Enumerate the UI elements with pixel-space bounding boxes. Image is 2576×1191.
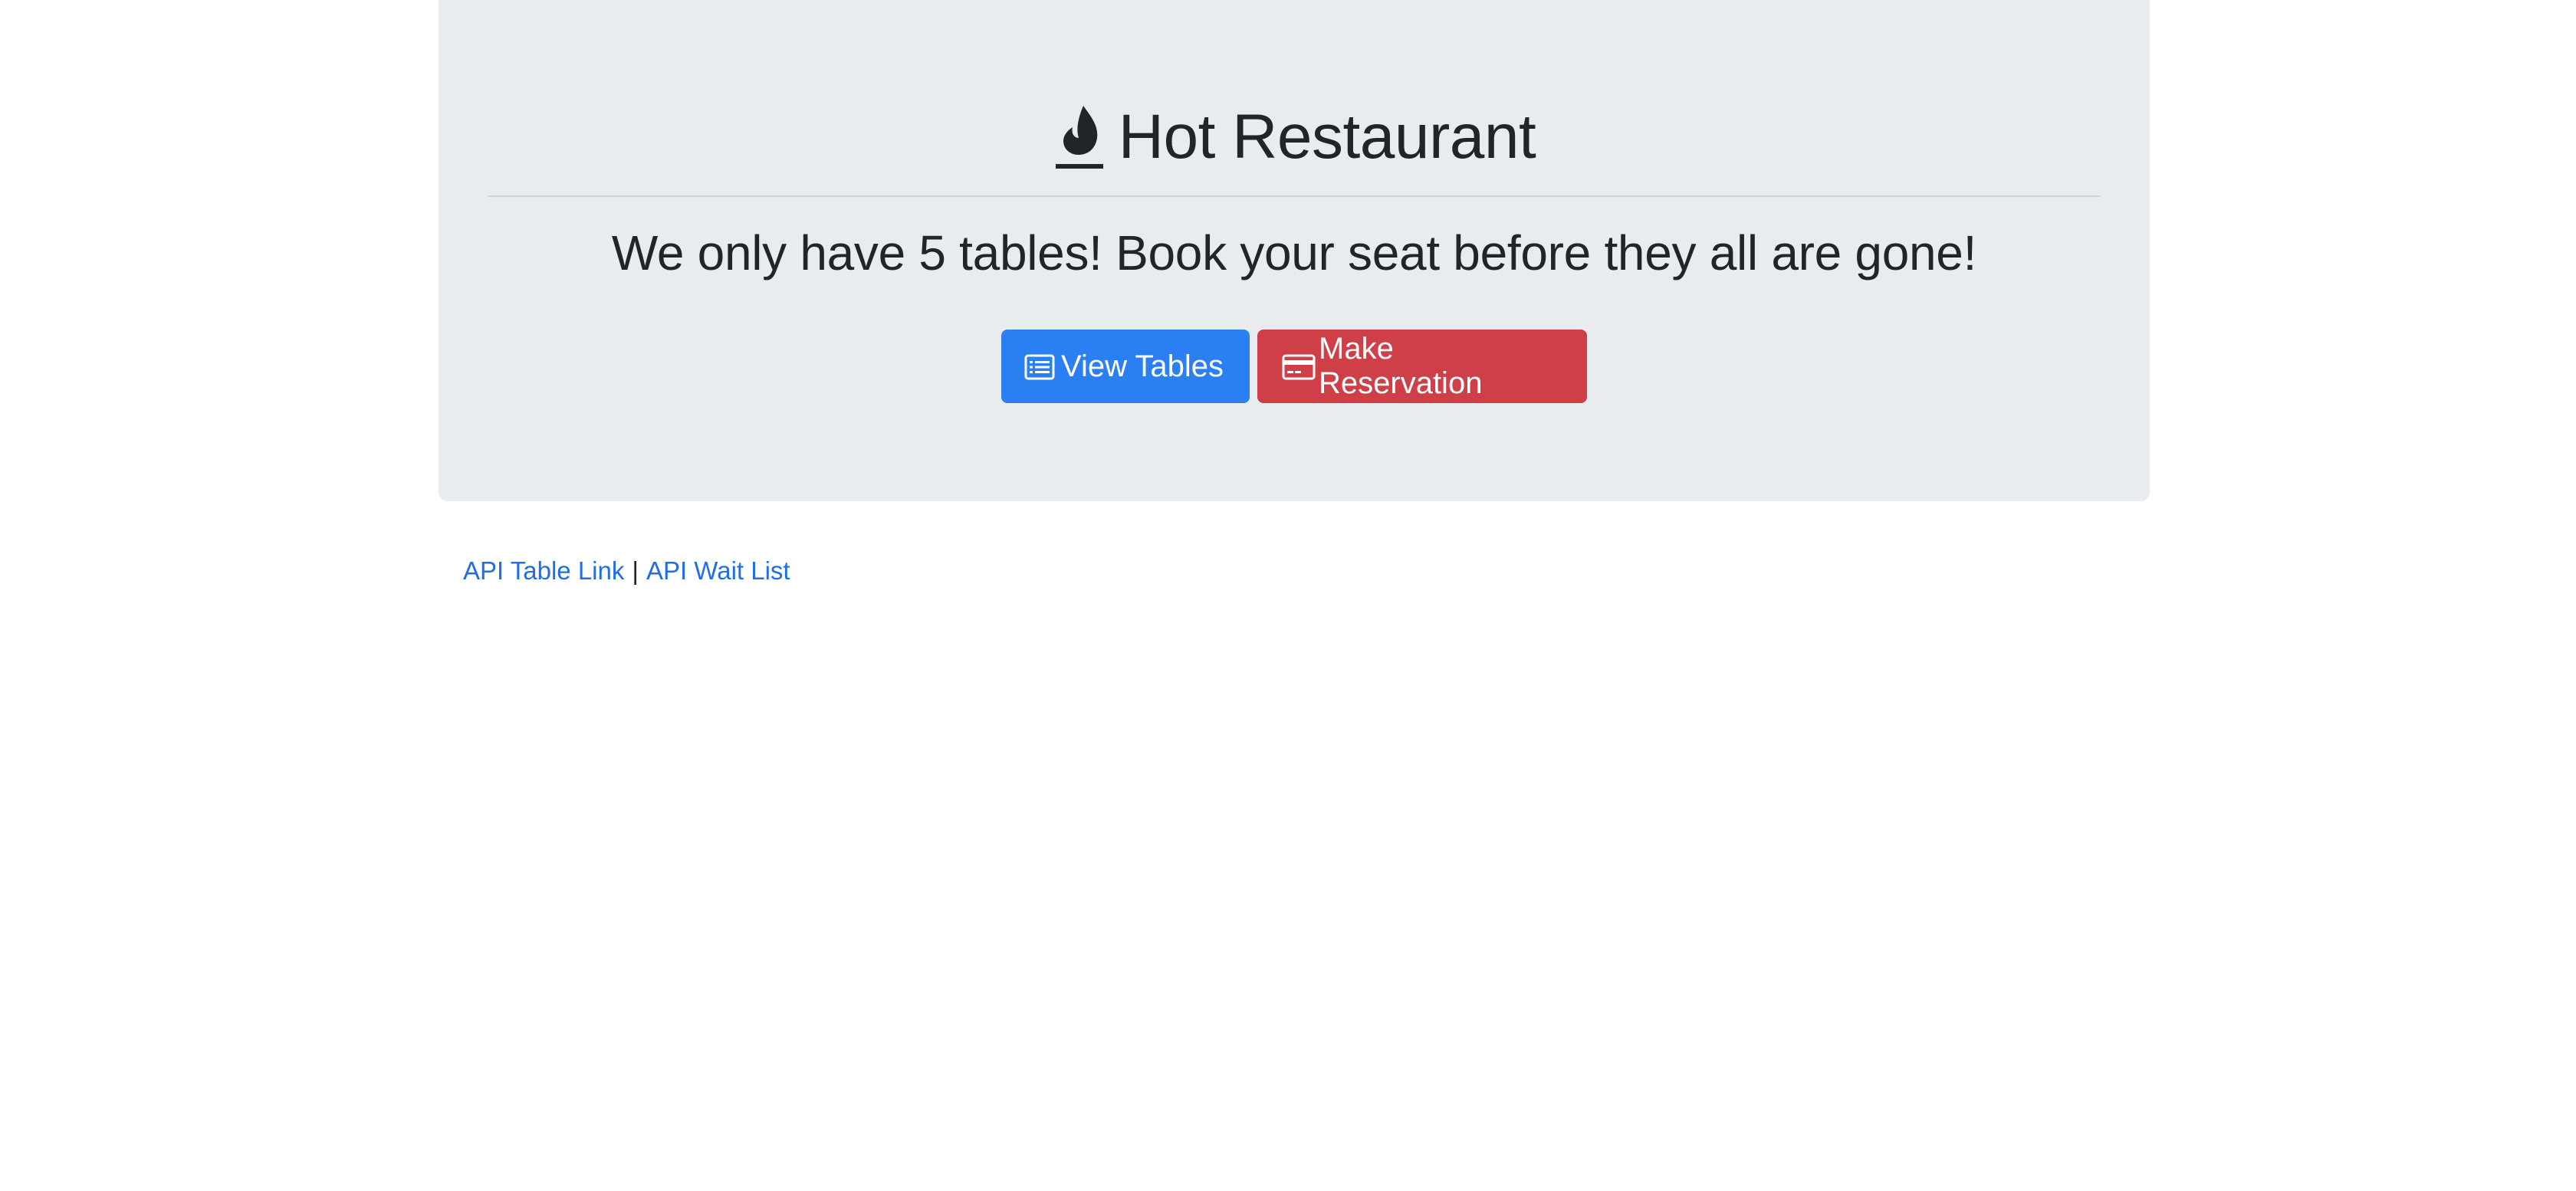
list-alt-icon — [1024, 353, 1055, 380]
view-tables-label: View Tables — [1061, 349, 1224, 383]
credit-card-icon — [1282, 353, 1316, 380]
link-separator: | — [632, 556, 639, 585]
api-waitlist-link[interactable]: API Wait List — [646, 556, 790, 585]
page-subtitle: We only have 5 tables! Book your seat be… — [611, 225, 1977, 281]
divider — [488, 195, 2101, 197]
jumbotron: Hot Restaurant We only have 5 tables! Bo… — [439, 0, 2150, 501]
fire-icon — [1053, 103, 1106, 172]
title-row: Hot Restaurant — [439, 95, 2150, 179]
page-title: Hot Restaurant — [1118, 102, 1536, 172]
make-reservation-label: Make Reservation — [1319, 332, 1483, 400]
main-container: Hot Restaurant We only have 5 tables! Bo… — [439, 0, 2150, 501]
make-reservation-button[interactable]: Make Reservation — [1257, 330, 1587, 403]
view-tables-button[interactable]: View Tables — [1001, 330, 1250, 403]
footer-links: API Table Link | API Wait List — [463, 552, 790, 590]
api-table-link[interactable]: API Table Link — [463, 556, 624, 585]
action-buttons: View Tables Make Reservation — [439, 330, 2150, 403]
